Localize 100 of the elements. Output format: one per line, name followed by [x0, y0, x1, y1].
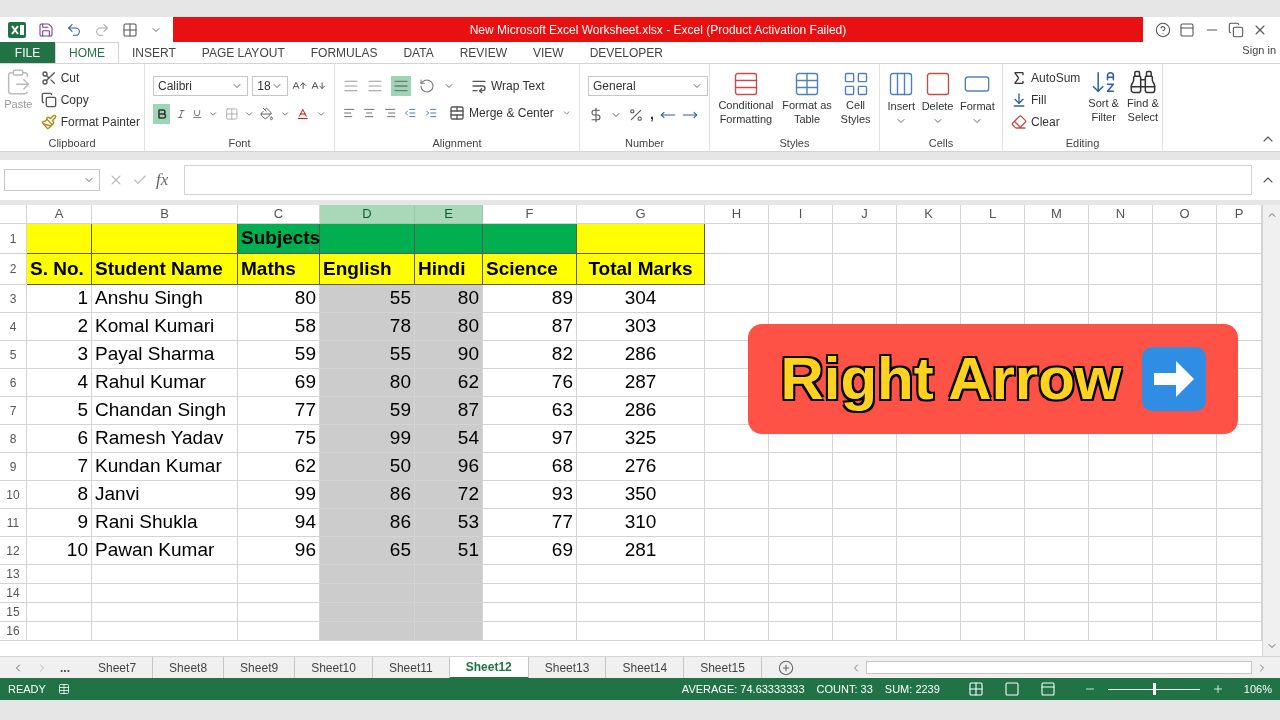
table-cell: 86	[320, 509, 415, 537]
table-cell: 6	[27, 425, 92, 453]
table-cell: Science	[483, 254, 577, 285]
table-cell: 72	[415, 481, 483, 509]
column-header[interactable]: C	[238, 205, 320, 224]
table-cell: 7	[27, 453, 92, 481]
column-header[interactable]: P	[1217, 205, 1262, 224]
file-tab[interactable]: FILE	[0, 42, 55, 63]
sign-in-link[interactable]: Sign in	[1242, 42, 1280, 59]
ribbon-tab[interactable]: DATA	[390, 42, 447, 63]
row-number[interactable]: 9	[0, 453, 27, 481]
table-cell: Hindi	[415, 254, 483, 285]
table-cell: 50	[320, 453, 415, 481]
table-cell: 58	[238, 313, 320, 341]
table-cell: Ramesh Yadav	[92, 425, 238, 453]
insert-function-button[interactable]: fx	[156, 167, 176, 193]
table-cell: 93	[483, 481, 577, 509]
styles-button[interactable]: Cell Styles	[840, 70, 871, 126]
zoom-level[interactable]: 106%	[1235, 680, 1272, 698]
column-header[interactable]: G	[577, 205, 705, 224]
font-name-field[interactable]: Calibri	[153, 76, 249, 96]
row-number[interactable]: 13	[0, 565, 27, 584]
table-cell: Rahul Kumar	[92, 369, 238, 397]
more-sheets-button[interactable]: ...	[60, 658, 70, 677]
row-number[interactable]: 10	[0, 481, 27, 509]
column-header[interactable]: B	[92, 205, 238, 224]
column-header[interactable]: J	[833, 205, 897, 224]
number-format-field[interactable]: General	[588, 76, 708, 96]
table-cell: 89	[483, 285, 577, 313]
row-number[interactable]: 14	[0, 584, 27, 603]
group-label: Font	[228, 135, 251, 151]
table-cell: 80	[415, 313, 483, 341]
table-cell: Subjects	[238, 224, 320, 254]
table-cell: Komal Kumari	[92, 313, 238, 341]
ribbon-tab[interactable]: PAGE LAYOUT	[188, 42, 298, 63]
table-cell: 76	[483, 369, 577, 397]
format-painter-button[interactable]: Format Painter	[40, 112, 140, 132]
column-header[interactable]: N	[1089, 205, 1153, 224]
autosum-button[interactable]: AutoSum	[1011, 68, 1081, 88]
table-cell: 68	[483, 453, 577, 481]
styles-button[interactable]: Conditional Formatting	[718, 70, 774, 126]
ribbon-tab[interactable]: HOME	[55, 42, 119, 63]
row-number[interactable]: 16	[0, 622, 27, 641]
group-label: Styles	[779, 135, 810, 151]
row-number[interactable]: 12	[0, 537, 27, 565]
group-label: Number	[624, 135, 665, 151]
column-header[interactable]: H	[705, 205, 769, 224]
group-label: Cells	[928, 135, 954, 151]
row-number[interactable]: 15	[0, 603, 27, 622]
row-number[interactable]: 6	[0, 369, 27, 397]
table-cell: 75	[238, 425, 320, 453]
average-status: AVERAGE: 74.63333333	[681, 681, 805, 697]
table-cell: 87	[483, 313, 577, 341]
count-status: COUNT: 33	[816, 681, 873, 697]
copy-button[interactable]: Copy	[40, 90, 140, 110]
ribbon-tab[interactable]: VIEW	[520, 42, 577, 63]
find-select-button[interactable]: Find & Select	[1126, 68, 1159, 132]
column-header[interactable]: O	[1153, 205, 1217, 224]
ribbon-tab[interactable]: REVIEW	[446, 42, 520, 63]
cells-button[interactable]: Insert	[887, 70, 916, 127]
column-header[interactable]: I	[769, 205, 833, 224]
row-number[interactable]: 5	[0, 341, 27, 369]
ribbon-tab[interactable]: INSERT	[119, 42, 189, 63]
ribbon-tab[interactable]: DEVELOPER	[576, 42, 676, 63]
wrap-text-button[interactable]: Wrap Text	[471, 77, 545, 95]
ribbon-tab[interactable]: FORMULAS	[297, 42, 391, 63]
table-cell: 78	[320, 313, 415, 341]
column-header[interactable]: E	[415, 205, 483, 224]
table-cell: 69	[238, 369, 320, 397]
cells-button[interactable]: Format	[959, 70, 995, 127]
column-header[interactable]: M	[1025, 205, 1089, 224]
group-label: Clipboard	[48, 135, 96, 151]
table-cell: 304	[577, 285, 705, 313]
cut-button[interactable]: Cut	[40, 68, 140, 88]
merge-center-button[interactable]: Merge & Center	[449, 104, 554, 122]
row-number[interactable]: 7	[0, 397, 27, 425]
row-number[interactable]: 8	[0, 425, 27, 453]
cells-button[interactable]: Delete	[921, 70, 954, 127]
sort-filter-button[interactable]: Sort & Filter	[1088, 68, 1119, 132]
clear-button[interactable]: Clear	[1011, 112, 1081, 132]
column-header[interactable]: D	[320, 205, 415, 224]
column-header[interactable]: F	[483, 205, 577, 224]
table-cell: 286	[577, 397, 705, 425]
group-label: Editing	[1065, 135, 1100, 151]
table-cell: 90	[415, 341, 483, 369]
table-cell: Rani Shukla	[92, 509, 238, 537]
row-number[interactable]: 4	[0, 313, 27, 341]
fill-button[interactable]: Fill	[1011, 90, 1081, 110]
styles-button[interactable]: Format as Table	[782, 70, 832, 126]
row-number[interactable]: 3	[0, 285, 27, 313]
column-header[interactable]: L	[961, 205, 1025, 224]
column-header[interactable]: K	[897, 205, 961, 224]
font-size-field[interactable]: 18	[252, 76, 289, 96]
table-cell: 310	[577, 509, 705, 537]
sheet-tab[interactable]: Sheet12	[449, 656, 529, 679]
column-header[interactable]: A	[27, 205, 92, 224]
row-number[interactable]: 11	[0, 509, 27, 537]
table-cell: Janvi	[92, 481, 238, 509]
table-cell: 51	[415, 537, 483, 565]
comma-style-button[interactable]: ,	[650, 104, 654, 125]
